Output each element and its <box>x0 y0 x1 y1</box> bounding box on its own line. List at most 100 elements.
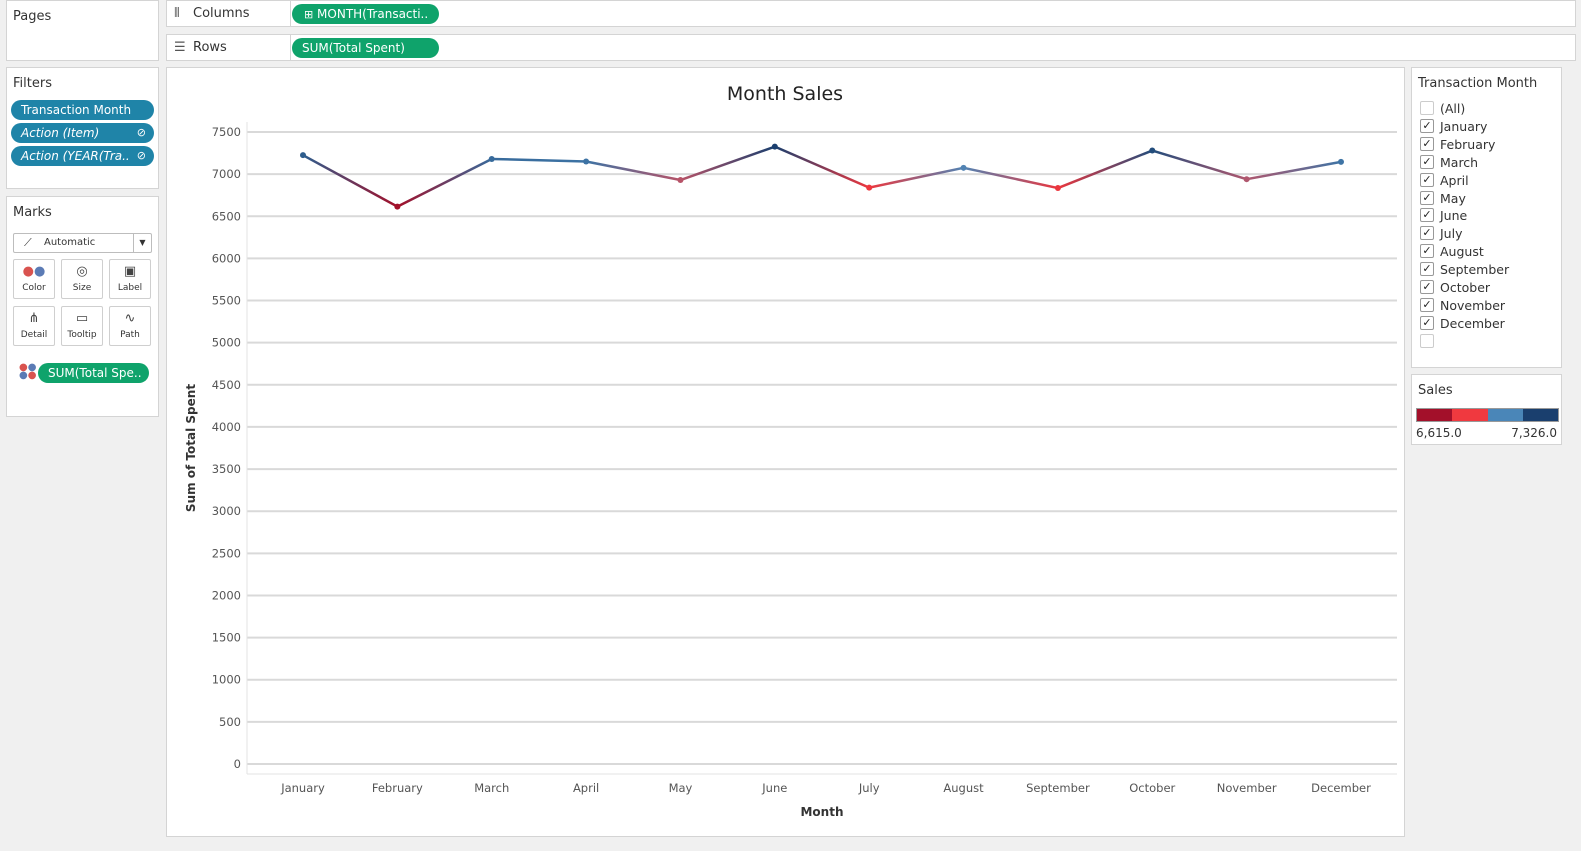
color-dots-icon: ●● ●● <box>19 362 37 381</box>
data-point[interactable] <box>488 155 495 162</box>
checkbox-unchecked-icon[interactable] <box>1420 333 1434 348</box>
color-button[interactable]: ●● Color <box>13 259 55 299</box>
size-icon: ◎ <box>76 264 88 279</box>
color-ramp <box>1416 408 1559 422</box>
checkbox-checked-icon[interactable]: ✓ <box>1420 315 1434 330</box>
path-button-label: Path <box>120 330 140 340</box>
data-point[interactable] <box>1338 158 1344 165</box>
y-tick-label: 1500 <box>212 631 241 645</box>
line-segment <box>1056 149 1154 190</box>
filter-option[interactable]: ✓ June <box>1420 207 1467 224</box>
data-point[interactable] <box>866 184 873 191</box>
line-chart[interactable]: Month Sales 0 500 1000 1500 2000 2500 3000 3500 4… <box>167 68 1404 836</box>
filter-pill-action-item[interactable]: Action (Item) ⊘ <box>11 123 154 143</box>
line-segment <box>867 166 965 189</box>
size-button-label: Size <box>72 283 92 293</box>
checkbox-checked-icon[interactable]: ✓ <box>1420 118 1434 133</box>
filter-option[interactable]: ✓ July <box>1420 225 1462 242</box>
columns-label-text: Columns <box>193 6 250 21</box>
hierarchy-icon: ⋔ <box>28 311 40 326</box>
link-icon: ⊘ <box>136 126 146 139</box>
filter-option[interactable]: ✓ November <box>1420 297 1505 314</box>
columns-shelf[interactable]: ⦀ Columns ⊞ MONTH(Transacti.. <box>166 0 1576 27</box>
data-point[interactable] <box>771 143 778 150</box>
checkbox-checked-icon[interactable]: ✓ <box>1420 208 1434 223</box>
color-pill[interactable]: SUM(Total Spe.. <box>38 363 149 383</box>
checkbox-checked-icon[interactable]: ✓ <box>1420 190 1434 205</box>
filter-option[interactable]: (All) <box>1420 100 1465 117</box>
filter-option[interactable]: ✓ October <box>1420 279 1490 296</box>
columns-pill[interactable]: ⊞ MONTH(Transacti.. <box>292 4 439 24</box>
filter-option-label: September <box>1440 262 1510 278</box>
y-tick-label: 4500 <box>212 378 241 392</box>
rows-pill[interactable]: SUM(Total Spent) <box>292 38 439 58</box>
line-segment <box>773 145 871 189</box>
rows-pill-label: SUM(Total Spent) <box>302 41 405 55</box>
checkbox-checked-icon[interactable]: ✓ <box>1420 244 1434 259</box>
filters-panel[interactable]: Filters Transaction Month Action (Item) … <box>6 67 159 189</box>
sales-color-legend[interactable]: Sales 6,615.0 7,326.0 <box>1411 374 1562 445</box>
filter-option-label: March <box>1440 154 1479 170</box>
data-point[interactable] <box>300 152 306 159</box>
chevron-down-icon: ▼ <box>133 234 151 252</box>
data-point[interactable] <box>1054 185 1061 192</box>
mark-type-value: Automatic <box>44 237 96 248</box>
data-point[interactable] <box>960 164 967 171</box>
label-button[interactable]: ▣ Label <box>109 259 151 299</box>
checkbox-unchecked-icon[interactable] <box>1420 101 1434 115</box>
x-axis-title: Month <box>800 805 843 819</box>
color-ramp-segment <box>1452 409 1488 421</box>
filter-option[interactable]: ✓ December <box>1420 315 1505 332</box>
filter-option[interactable]: ✓ September <box>1420 261 1509 278</box>
checkbox-checked-icon[interactable]: ✓ <box>1420 154 1434 169</box>
path-line-icon: ∿ <box>124 311 136 326</box>
checkbox-checked-icon[interactable]: ✓ <box>1420 172 1434 187</box>
checkbox-checked-icon[interactable]: ✓ <box>1420 226 1434 241</box>
plus-box-icon: ⊞ <box>304 8 314 21</box>
columns-label: ⦀ Columns <box>167 1 291 26</box>
line-segment <box>1245 160 1343 181</box>
filter-card-title: Transaction Month <box>1418 76 1538 91</box>
chart-panel: Month Sales 0 500 1000 1500 2000 2500 3000 3500 4… <box>166 67 1405 837</box>
data-point[interactable] <box>394 203 401 210</box>
x-tick-label: April <box>573 781 599 795</box>
filter-option[interactable]: ✓ January <box>1420 118 1487 135</box>
y-tick-label: 2500 <box>212 546 241 560</box>
path-button[interactable]: ∿ Path <box>109 306 151 346</box>
checkbox-checked-icon[interactable]: ✓ <box>1420 136 1434 151</box>
y-axis-title: Sum of Total Spent <box>184 384 198 512</box>
checkbox-checked-icon[interactable]: ✓ <box>1420 280 1434 294</box>
pages-panel[interactable]: Pages <box>6 0 159 61</box>
filter-pill-label: Transaction Month <box>21 103 132 117</box>
checkbox-checked-icon[interactable]: ✓ <box>1420 297 1434 312</box>
mark-type-dropdown[interactable]: ⟋ Automatic ▼ <box>13 233 152 253</box>
filter-pill-action-year[interactable]: Action (YEAR(Tra.. ⊘ <box>11 146 154 166</box>
filter-option[interactable]: ✓ April <box>1420 172 1469 189</box>
data-point[interactable] <box>583 158 590 165</box>
data-point[interactable] <box>677 177 684 184</box>
transaction-month-filter-card[interactable]: Transaction Month (All) ✓ January ✓ February… <box>1411 67 1562 368</box>
data-point[interactable] <box>1243 176 1250 183</box>
filters-title: Filters <box>13 76 52 91</box>
speech-bubble-icon: ▭ <box>75 311 89 326</box>
legend-min-label: 6,615.0 <box>1416 426 1462 440</box>
x-tick-label: August <box>943 781 984 795</box>
filter-option[interactable] <box>1420 333 1440 350</box>
filter-pill-transaction-month[interactable]: Transaction Month <box>11 100 154 120</box>
x-tick-label: October <box>1129 781 1175 795</box>
checkbox-checked-icon[interactable]: ✓ <box>1420 262 1434 277</box>
size-button[interactable]: ◎ Size <box>61 259 103 299</box>
tooltip-button[interactable]: ▭ Tooltip <box>61 306 103 346</box>
data-point[interactable] <box>1149 147 1156 154</box>
filter-option-label: November <box>1440 297 1506 313</box>
filter-option-label: August <box>1440 244 1484 260</box>
filter-option[interactable]: ✓ August <box>1420 243 1484 260</box>
filter-option[interactable]: ✓ March <box>1420 154 1478 171</box>
filter-option[interactable]: ✓ February <box>1420 136 1495 153</box>
detail-button[interactable]: ⋔ Detail <box>13 306 55 346</box>
marks-panel[interactable]: Marks ⟋ Automatic ▼ ●● Color ◎ Size ▣ La… <box>6 196 159 417</box>
filter-option-label: January <box>1440 118 1488 134</box>
filter-option[interactable]: ✓ May <box>1420 190 1466 207</box>
rows-shelf[interactable]: ☰ Rows SUM(Total Spent) <box>166 34 1576 61</box>
pages-title: Pages <box>13 9 52 24</box>
